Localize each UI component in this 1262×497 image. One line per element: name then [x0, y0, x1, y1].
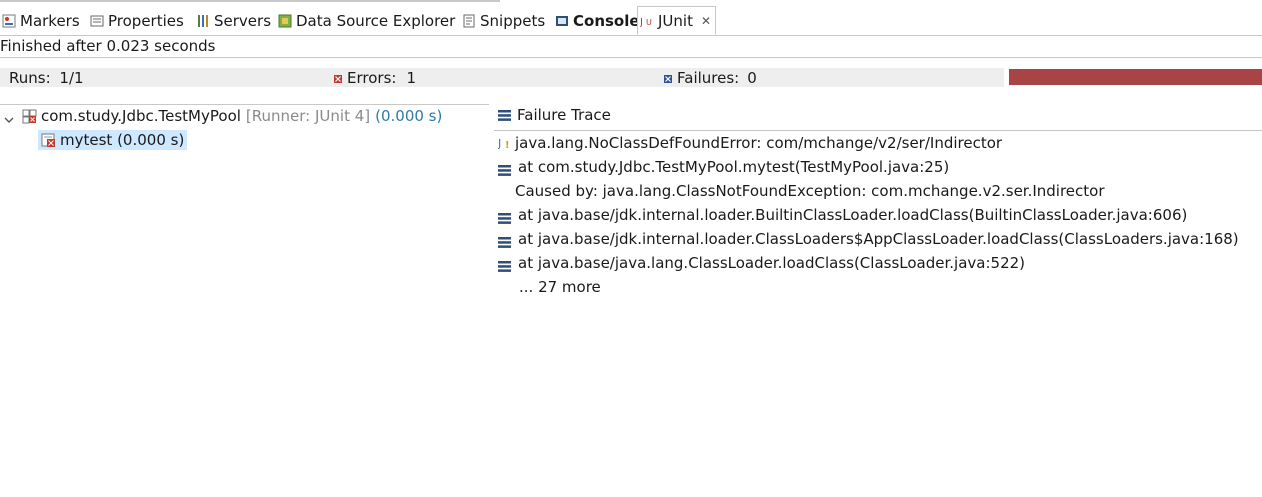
tab-snippets[interactable]: Snippets	[462, 6, 545, 35]
trace-text: java.lang.NoClassDefFoundError: com/mcha…	[515, 134, 1003, 152]
trace-text: Caused by: java.lang.ClassNotFoundExcept…	[515, 182, 1105, 200]
trace-text: at java.base/jdk.internal.loader.Builtin…	[518, 206, 1188, 224]
run-status-text: Finished after 0.023 seconds	[0, 37, 216, 55]
close-icon[interactable]: ✕	[701, 14, 711, 28]
trace-line[interactable]: at java.base/java.lang.ClassLoader.loadC…	[498, 254, 1025, 272]
data-source-explorer-icon	[278, 14, 292, 28]
junit-icon: JU	[640, 14, 654, 28]
tab-label: Snippets	[480, 11, 546, 30]
snippets-icon	[462, 14, 476, 28]
tab-data-source-explorer[interactable]: Data Source Explorer	[278, 6, 455, 35]
console-icon	[555, 14, 569, 28]
trace-line[interactable]: at java.base/jdk.internal.loader.Builtin…	[498, 206, 1187, 224]
suite-runner: [Runner: JUnit 4]	[245, 107, 371, 125]
tab-console[interactable]: Console	[555, 6, 640, 35]
error-icon	[334, 69, 342, 87]
status-divider	[0, 57, 1262, 58]
servers-icon	[196, 14, 210, 28]
properties-icon	[90, 14, 104, 28]
trace-line[interactable]: ... 27 more	[519, 278, 601, 296]
trace-line[interactable]: at com.study.Jdbc.TestMyPool.mytest(Test…	[498, 158, 949, 176]
tab-properties[interactable]: Properties	[90, 6, 184, 35]
stack-frame-icon	[498, 234, 511, 248]
trace-line[interactable]: at java.base/jdk.internal.loader.ClassLo…	[498, 230, 1239, 248]
suite-time: (0.000 s)	[375, 107, 443, 125]
tab-label: Data Source Explorer	[296, 11, 456, 30]
test-tree[interactable]: com.study.Jdbc.TestMyPool [Runner: JUnit…	[0, 103, 489, 497]
markers-icon	[2, 14, 16, 28]
svg-text:U: U	[646, 18, 652, 27]
tree-node-test[interactable]: mytest (0.000 s)	[38, 130, 188, 150]
runs-label: Runs:	[9, 69, 51, 87]
stack-frame-icon	[498, 258, 511, 272]
tab-label: Properties	[108, 11, 184, 30]
failure-icon	[664, 69, 672, 87]
tab-label: Markers	[20, 11, 80, 30]
stack-frame-icon	[498, 162, 511, 176]
errors-counter: Errors: 1	[334, 69, 416, 87]
errors-value: 1	[406, 69, 416, 87]
suite-name: com.study.Jdbc.TestMyPool	[41, 107, 241, 125]
failures-counter: Failures: 0	[664, 69, 757, 87]
exception-icon: J!	[498, 136, 511, 150]
trace-text: at java.base/java.lang.ClassLoader.loadC…	[518, 254, 1026, 272]
trace-text: at java.base/jdk.internal.loader.ClassLo…	[518, 230, 1239, 248]
tree-node-suite[interactable]: com.study.Jdbc.TestMyPool [Runner: JUnit…	[4, 107, 442, 125]
errors-label: Errors:	[347, 69, 397, 87]
trace-text: ... 27 more	[519, 278, 601, 296]
test-progress-bar	[1009, 69, 1262, 85]
view-tab-bar: Markers Properties Servers Data Source E…	[0, 6, 1262, 36]
test-suite-error-icon	[22, 109, 37, 124]
svg-text:J: J	[498, 137, 501, 150]
runs-value: 1/1	[59, 69, 84, 87]
stack-frame-icon	[498, 210, 511, 224]
tab-label: Console	[573, 11, 640, 30]
tab-markers[interactable]: Markers	[2, 6, 80, 35]
svg-text:J: J	[640, 17, 643, 28]
stack-trace-icon	[498, 109, 511, 121]
top-edge-strip	[0, 0, 1262, 3]
svg-text:!: !	[505, 140, 510, 150]
tab-label: Servers	[214, 11, 272, 30]
test-label: mytest (0.000 s)	[60, 131, 185, 149]
trace-line[interactable]: J! java.lang.NoClassDefFoundError: com/m…	[498, 134, 1002, 152]
test-error-icon	[41, 133, 56, 148]
runs-counter: Runs: 1/1	[9, 69, 84, 87]
failure-trace-header: Failure Trace	[498, 106, 611, 124]
trace-divider	[494, 130, 1262, 131]
trace-line[interactable]: Caused by: java.lang.ClassNotFoundExcept…	[515, 182, 1105, 200]
trace-text: at com.study.Jdbc.TestMyPool.mytest(Test…	[518, 158, 950, 176]
failures-value: 0	[747, 69, 757, 87]
top-edge-segment	[0, 0, 500, 2]
tab-junit[interactable]: JU JUnit ✕	[637, 6, 717, 35]
tab-label: JUnit	[658, 11, 693, 30]
chevron-down-icon[interactable]	[4, 111, 14, 123]
tab-servers[interactable]: Servers	[196, 6, 271, 35]
failures-label: Failures:	[677, 69, 740, 87]
failure-trace-title: Failure Trace	[517, 106, 611, 124]
